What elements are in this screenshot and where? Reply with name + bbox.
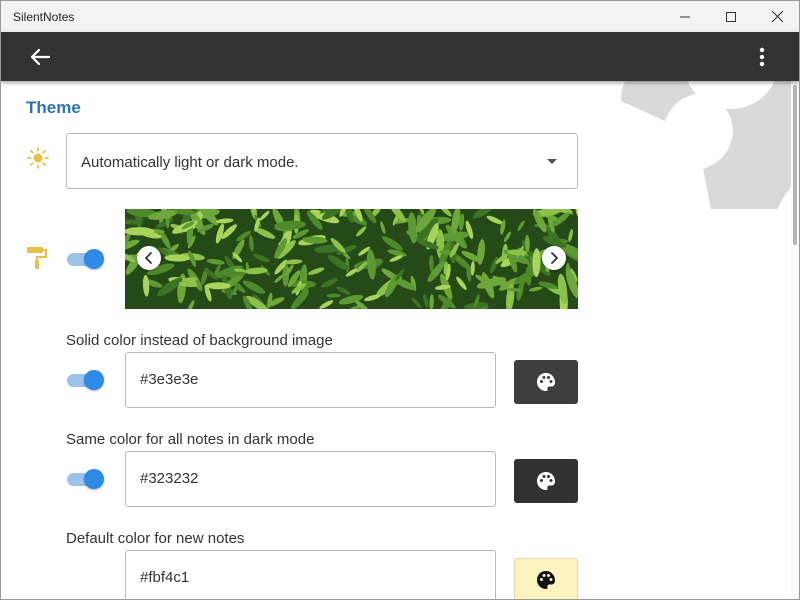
back-button[interactable] xyxy=(23,42,57,72)
app-bar xyxy=(1,32,799,81)
vertical-scrollbar[interactable] xyxy=(791,81,799,599)
theme-section-title: Theme xyxy=(26,98,81,117)
dark-note-color-input[interactable]: #323232 xyxy=(125,451,496,507)
palette-icon xyxy=(537,472,555,490)
background-image-carousel[interactable] xyxy=(125,209,578,309)
dark-note-color-label: Same color for all notes in dark mode xyxy=(66,431,315,448)
maximize-button[interactable] xyxy=(708,1,754,32)
carousel-next-button[interactable] xyxy=(542,246,566,270)
solid-color-input[interactable]: #3e3e3e xyxy=(125,352,496,408)
window-title: SilentNotes xyxy=(13,10,75,24)
more-menu-button[interactable] xyxy=(747,42,777,72)
chevron-right-icon xyxy=(551,252,559,264)
settings-content: Theme Automatically light or dark mode. xyxy=(1,81,791,599)
title-bar: SilentNotes xyxy=(1,1,799,32)
chevron-down-icon xyxy=(547,159,557,164)
maximize-icon xyxy=(726,11,736,22)
default-note-color-picker-button[interactable] xyxy=(514,558,578,599)
palette-icon xyxy=(537,571,555,589)
dark-note-color-picker-button[interactable] xyxy=(514,459,578,503)
minimize-button[interactable] xyxy=(662,1,708,32)
paint-roller-icon xyxy=(27,247,47,269)
more-vertical-icon xyxy=(759,47,765,67)
solid-color-picker-button[interactable] xyxy=(514,360,578,404)
leaf-shape xyxy=(205,282,231,290)
gear-watermark-icon xyxy=(621,81,791,209)
background-image-toggle[interactable] xyxy=(67,249,105,269)
close-icon xyxy=(771,11,783,22)
carousel-previous-button[interactable] xyxy=(137,246,161,270)
solid-color-label: Solid color instead of background image xyxy=(66,332,333,349)
dark-note-color-toggle[interactable] xyxy=(67,469,105,489)
close-window-button[interactable] xyxy=(754,1,799,32)
solid-color-toggle[interactable] xyxy=(67,370,105,390)
minimize-icon xyxy=(680,16,690,17)
leaf-background-image xyxy=(125,209,578,309)
app-window: SilentNotes Theme Automatically light or… xyxy=(0,0,800,600)
sun-icon xyxy=(27,147,49,169)
theme-mode-select[interactable]: Automatically light or dark mode. xyxy=(66,133,578,189)
default-note-color-input[interactable]: #fbf4c1 xyxy=(125,550,496,599)
theme-mode-value: Automatically light or dark mode. xyxy=(81,154,299,171)
chevron-left-icon xyxy=(144,252,152,264)
palette-icon xyxy=(537,373,555,391)
arrow-left-icon xyxy=(30,48,50,66)
leaf-shape xyxy=(125,227,155,236)
default-note-color-label: Default color for new notes xyxy=(66,530,245,547)
scrollbar-thumb[interactable] xyxy=(793,85,797,245)
